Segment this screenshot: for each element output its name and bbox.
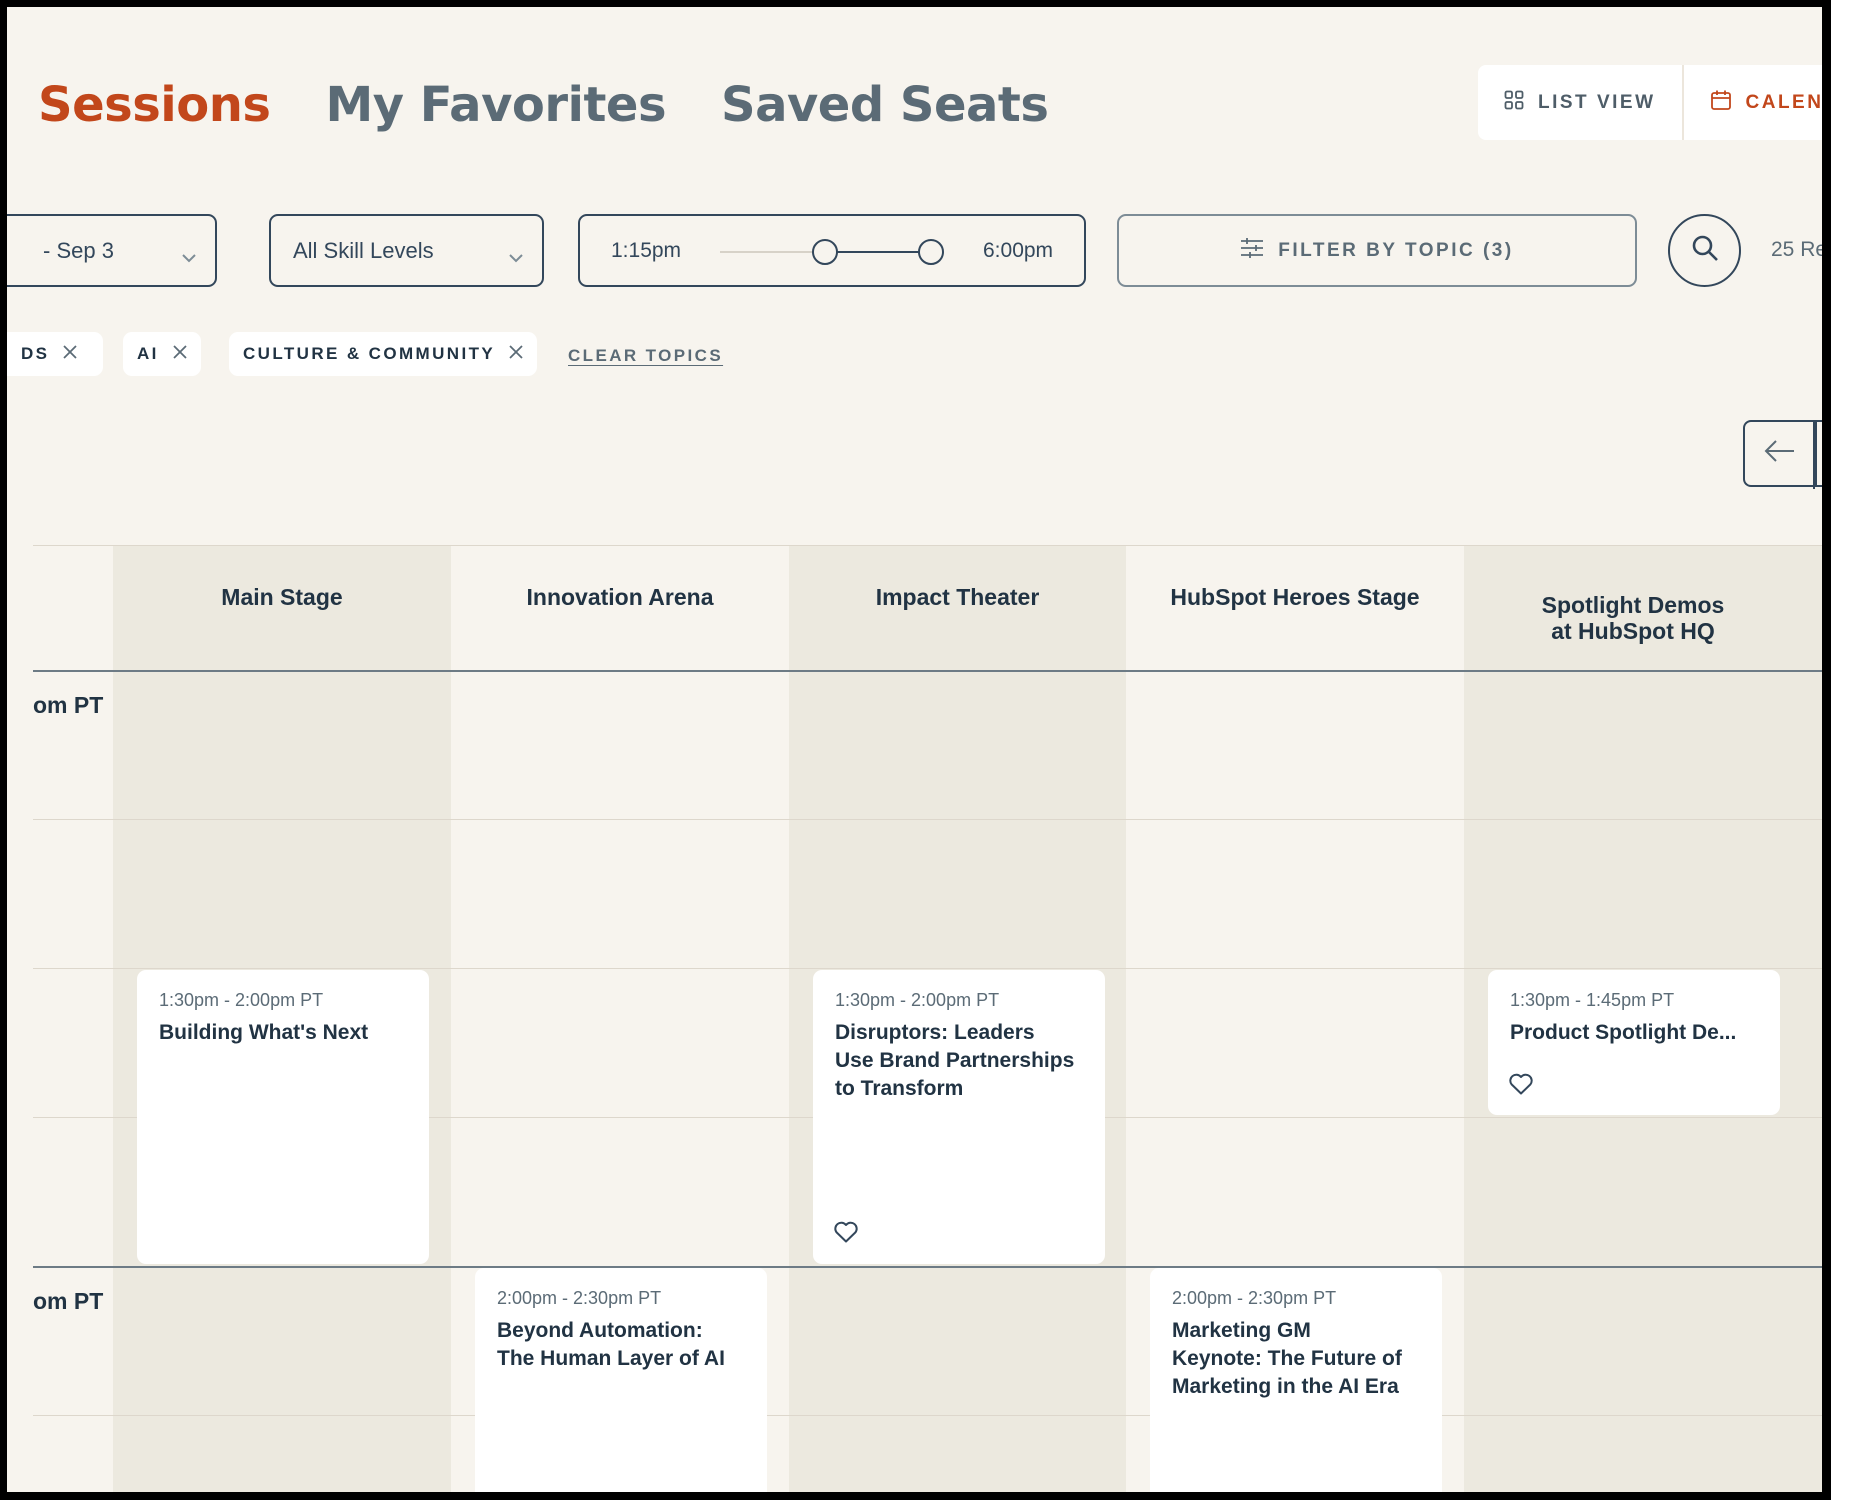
calendar-icon xyxy=(1710,89,1732,117)
tab-my-favorites[interactable]: My Favorites xyxy=(325,77,666,133)
topic-chip-ai[interactable]: AI xyxy=(123,332,201,376)
grid-line xyxy=(33,968,1822,969)
date-select[interactable]: - Sep 3 xyxy=(7,214,217,287)
session-title-line: Keynote: The Future of xyxy=(1172,1347,1402,1370)
heart-icon[interactable] xyxy=(833,1220,859,1249)
grid-line xyxy=(33,670,1822,672)
slider-range xyxy=(823,251,931,253)
slider-end-handle[interactable] xyxy=(918,239,944,265)
app-frame: Sessions My Favorites Saved Seats LIST V… xyxy=(7,7,1822,1492)
session-card[interactable]: 2:00pm - 2:30pm PT Beyond Automation: Th… xyxy=(475,1268,767,1492)
session-title-line: Marketing in the AI Era xyxy=(1172,1375,1399,1398)
session-title: Disruptors: Leaders Use Brand Partnershi… xyxy=(835,1019,1083,1103)
calendar-view-button[interactable]: CALEND xyxy=(1681,65,1823,140)
time-slot-label: om PT xyxy=(33,1288,104,1314)
chevron-down-icon xyxy=(181,244,197,270)
room-header-spotlight-demos: Spotlight Demos at HubSpot HQ xyxy=(1464,592,1802,644)
session-title-line: Beyond Automation: xyxy=(497,1319,703,1342)
grid-line xyxy=(33,545,1822,546)
session-time: 2:00pm - 2:30pm PT xyxy=(497,1288,662,1308)
session-title-line: Marketing GM xyxy=(1172,1319,1311,1342)
skill-level-value: All Skill Levels xyxy=(293,237,434,263)
topic-chip-label: CULTURE & COMMUNITY xyxy=(243,344,496,363)
session-time: 1:30pm - 1:45pm PT xyxy=(1510,990,1675,1010)
topic-chip-culture-community[interactable]: CULTURE & COMMUNITY xyxy=(229,332,538,376)
tab-sessions[interactable]: Sessions xyxy=(38,77,271,133)
session-title-line: to Transform xyxy=(835,1077,964,1100)
results-count: 25 Re xyxy=(1771,238,1822,261)
time-range-slider: 1:15pm 6:00pm xyxy=(578,214,1086,287)
sliders-icon xyxy=(1240,237,1264,265)
clear-topics-link[interactable]: CLEAR TOPICS xyxy=(568,346,723,366)
chevron-down-icon xyxy=(508,244,524,270)
calendar-view-label: CALEND xyxy=(1745,91,1823,113)
next-rooms-button[interactable] xyxy=(1815,420,1822,487)
time-range-start: 1:15pm xyxy=(611,239,682,262)
arrow-left-icon xyxy=(1764,439,1796,468)
view-toggle: LIST VIEW CALEND xyxy=(1478,65,1822,140)
schedule-grid: Main Stage Innovation Arena Impact Theat… xyxy=(33,545,1822,1492)
room-header-innovation-arena: Innovation Arena xyxy=(526,584,714,610)
session-card[interactable]: 1:30pm - 1:45pm PT Product Spotlight De.… xyxy=(1488,970,1780,1115)
grid-line xyxy=(33,819,1822,820)
tab-saved-seats[interactable]: Saved Seats xyxy=(721,77,1049,133)
session-time: 2:00pm - 2:30pm PT xyxy=(1172,1288,1337,1308)
session-title: Building What's Next xyxy=(159,1021,369,1044)
list-view-label: LIST VIEW xyxy=(1538,91,1656,113)
room-header-line: at HubSpot HQ xyxy=(1551,618,1715,644)
room-header-hubspot-heroes-stage: HubSpot Heroes Stage xyxy=(1170,584,1420,610)
session-time: 1:30pm - 2:00pm PT xyxy=(159,990,324,1010)
heart-icon[interactable] xyxy=(1508,1072,1534,1101)
session-card[interactable]: 1:30pm - 2:00pm PT Building What's Next xyxy=(137,970,429,1264)
session-title-line: The Human Layer of AI xyxy=(497,1347,725,1370)
session-title: Beyond Automation: The Human Layer of AI xyxy=(497,1317,745,1373)
window-edge xyxy=(1822,0,1854,1500)
topic-chip-label: AI xyxy=(137,344,159,363)
skill-level-select[interactable]: All Skill Levels xyxy=(269,214,544,287)
session-title-line: Use Brand Partnerships xyxy=(835,1049,1075,1072)
room-header-main-stage: Main Stage xyxy=(221,584,343,610)
session-card[interactable]: 2:00pm - 2:30pm PT Marketing GM Keynote:… xyxy=(1150,1268,1442,1492)
previous-rooms-button[interactable] xyxy=(1743,420,1815,489)
room-header-line: Spotlight Demos xyxy=(1541,592,1725,618)
grid-line xyxy=(33,1266,1822,1268)
time-slot-label: om PT xyxy=(33,692,104,718)
close-icon[interactable] xyxy=(509,344,523,364)
filter-by-topic-button[interactable]: FILTER BY TOPIC (3) xyxy=(1117,214,1637,287)
grid-icon xyxy=(1504,90,1524,116)
session-card[interactable]: 1:30pm - 2:00pm PT Disruptors: Leaders U… xyxy=(813,970,1105,1264)
slider-start-handle[interactable] xyxy=(812,239,838,265)
search-icon xyxy=(1691,234,1719,267)
close-icon[interactable] xyxy=(63,344,78,364)
date-select-value: - Sep 3 xyxy=(43,237,114,263)
session-title: Product Spotlight De... xyxy=(1510,1021,1737,1044)
session-title-line: Disruptors: Leaders xyxy=(835,1021,1035,1044)
list-view-button[interactable]: LIST VIEW xyxy=(1478,65,1682,140)
session-title: Marketing GM Keynote: The Future of Mark… xyxy=(1172,1317,1420,1401)
search-button[interactable] xyxy=(1668,214,1741,287)
topic-chip-1[interactable]: DS xyxy=(7,332,103,376)
filter-by-topic-label: FILTER BY TOPIC (3) xyxy=(1278,239,1514,261)
room-header-impact-theater: Impact Theater xyxy=(875,584,1040,610)
session-time: 1:30pm - 2:00pm PT xyxy=(835,990,1000,1010)
session-tabs: Sessions My Favorites Saved Seats xyxy=(38,77,1049,133)
topic-chip-label: DS xyxy=(21,344,50,363)
time-range-end: 6:00pm xyxy=(983,239,1054,262)
grid-line xyxy=(33,1415,1822,1416)
close-icon[interactable] xyxy=(173,344,187,364)
